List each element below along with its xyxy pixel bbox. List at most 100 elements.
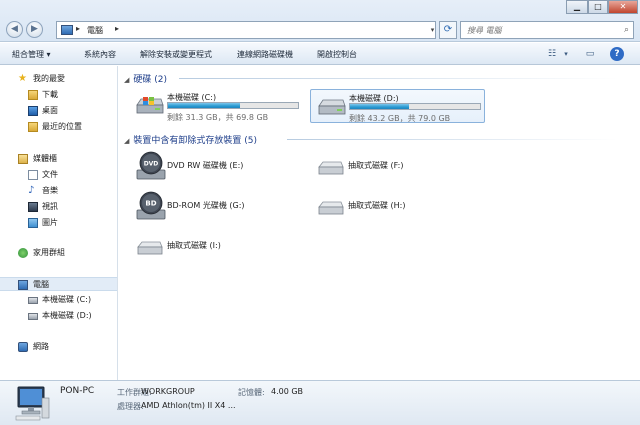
preview-pane-icon[interactable]: ▭ [583,47,597,61]
maximize-button[interactable]: □ [588,0,608,14]
pictures-icon [28,218,38,228]
sidebar-item-label: 文件 [42,170,58,179]
recent-places-icon [28,122,38,132]
drive-usage-bar [349,103,481,110]
network-icon [18,342,28,352]
sidebar-item-label: 下載 [42,90,58,99]
device-tile-removable-i[interactable]: 抽取式磁碟 (I:) [129,230,304,262]
sidebar-item-label: 媒體櫃 [33,154,57,163]
computer-name: PON-PC [60,386,95,396]
processor-value: AMD Athlon(tm) II X4 ... [141,401,236,410]
disc-badge: DVD [144,161,159,168]
sidebar-item-music[interactable]: ♪ 音樂 [0,184,117,198]
windows-system-drive-icon [136,97,164,114]
hard-drive-icon [318,99,346,115]
organize-menu[interactable]: 組合管理 ▾ [12,49,51,60]
device-name: 抽取式磁碟 (F:) [348,161,404,170]
address-history-dropdown[interactable]: ▾ [427,21,438,39]
workgroup-value: WORKGROUP [141,387,195,396]
sidebar-item-drive-d[interactable]: 本機磁碟 (D:) [0,309,117,323]
minimize-button[interactable]: ▁ [566,0,588,14]
title-bar: ◀ ▶ ▸ 電腦 ▸ ▾ ⟳ ⌕ ▁ □ ✕ [0,0,640,42]
sidebar-item-homegroup[interactable]: 家用群組 [0,246,117,260]
removable-disk-icon [318,161,344,175]
device-name: DVD RW 磁碟機 (E:) [167,161,244,170]
sidebar-item-desktop[interactable]: 桌面 [0,104,117,118]
computer-workstation-icon [15,386,50,421]
sidebar-item-favorites[interactable]: ★ 我的最愛 [0,72,117,86]
group-header-label: 裝置中含有卸除式存放裝置 (5) [133,136,258,146]
dvd-drive-icon: DVD [136,151,166,180]
breadcrumb-separator[interactable]: ▸ [115,24,119,33]
sidebar-item-label: 桌面 [42,106,58,115]
drive-usage-fill [350,104,409,109]
sidebar-item-label: 網路 [33,342,49,351]
documents-icon [28,170,38,180]
file-list-pane: ◢ 硬碟 (2) 本機磁碟 (C:) 剩餘 31.3 GB，共 69.8 GB 本… [119,66,640,380]
device-tile-removable-f[interactable]: 抽取式磁碟 (F:) [310,150,485,182]
sidebar-item-label: 我的最愛 [33,74,65,83]
drive-tile-c[interactable]: 本機磁碟 (C:) 剩餘 31.3 GB，共 69.8 GB [129,89,304,123]
navigation-pane: ★ 我的最愛 下載 桌面 最近的位置 媒體櫃 文件 ♪ 音樂 視訊 圖片 家用群… [0,66,118,380]
device-name: BD-ROM 光碟機 (G:) [167,201,245,210]
uninstall-program-button[interactable]: 解除安裝或變更程式 [140,49,212,60]
group-header-label: 硬碟 (2) [133,75,168,85]
group-divider [287,139,617,140]
group-divider [179,78,619,79]
open-control-panel-button[interactable]: 開啟控制台 [317,49,357,60]
device-name: 抽取式磁碟 (I:) [167,241,221,250]
sidebar-item-computer[interactable]: 電腦 [0,277,117,291]
command-bar: 組合管理 ▾ 系統內容 解除安裝或變更程式 連線網路磁碟機 開啟控制台 ☷ ▾ … [0,43,640,65]
breadcrumb-computer[interactable]: 電腦 [87,25,103,36]
drive-tile-d[interactable]: 本機磁碟 (D:) 剩餘 43.2 GB，共 79.0 GB [310,89,485,123]
change-view-icon[interactable]: ☷ [545,47,559,61]
search-input[interactable] [461,22,611,38]
disc-badge: BD [145,200,156,208]
sidebar-item-label: 最近的位置 [42,122,82,131]
sidebar-item-recent-places[interactable]: 最近的位置 [0,120,117,134]
sidebar-item-network[interactable]: 網路 [0,340,117,354]
close-button[interactable]: ✕ [608,0,638,14]
group-header-hard-disks[interactable]: ◢ 硬碟 (2) [124,72,167,85]
system-properties-button[interactable]: 系統內容 [84,49,116,60]
back-button[interactable]: ◀ [6,21,23,38]
device-name: 抽取式磁碟 (H:) [348,201,406,210]
device-tile-removable-h[interactable]: 抽取式磁碟 (H:) [310,190,485,222]
hard-drive-icon [28,297,38,304]
forward-button[interactable]: ▶ [26,21,43,38]
processor-label: 處理器: [117,402,144,411]
sidebar-item-documents[interactable]: 文件 [0,168,117,182]
computer-icon [18,280,28,290]
music-note-icon: ♪ [28,185,35,196]
homegroup-icon [18,248,28,258]
device-tile-bd-g[interactable]: BD BD-ROM 光碟機 (G:) [129,190,304,222]
sidebar-item-videos[interactable]: 視訊 [0,200,117,214]
sidebar-item-libraries[interactable]: 媒體櫃 [0,152,117,166]
hard-drive-icon [28,313,38,320]
breadcrumb-separator: ▸ [76,24,81,33]
view-options-dropdown-icon[interactable]: ▾ [561,47,571,61]
drive-usage-bar [167,102,299,109]
sidebar-item-label: 音樂 [42,186,58,195]
computer-icon [61,25,73,35]
bd-drive-icon: BD [136,191,166,220]
star-icon: ★ [18,73,27,84]
collapse-triangle-icon: ◢ [124,137,130,145]
sidebar-item-label: 圖片 [42,218,58,227]
drive-space-info: 剩餘 31.3 GB，共 69.8 GB [167,113,269,122]
libraries-icon [18,154,28,164]
device-tile-dvd-e[interactable]: DVD DVD RW 磁碟機 (E:) [129,150,304,182]
sidebar-item-pictures[interactable]: 圖片 [0,216,117,230]
sidebar-item-label: 本機磁碟 (D:) [42,311,92,320]
group-header-removable-storage[interactable]: ◢ 裝置中含有卸除式存放裝置 (5) [124,133,257,146]
sidebar-item-drive-c[interactable]: 本機磁碟 (C:) [0,293,117,307]
help-button[interactable]: ? [610,47,624,61]
refresh-button[interactable]: ⟳ [439,21,457,39]
sidebar-item-label: 家用群組 [33,248,65,257]
sidebar-item-downloads[interactable]: 下載 [0,88,117,102]
memory-value: 4.00 GB [271,387,304,396]
address-bar[interactable]: ▸ 電腦 ▸ [56,21,436,39]
drive-usage-fill [168,103,240,108]
search-box[interactable]: ⌕ [460,21,634,39]
map-network-drive-button[interactable]: 連線網路磁碟機 [237,49,293,60]
